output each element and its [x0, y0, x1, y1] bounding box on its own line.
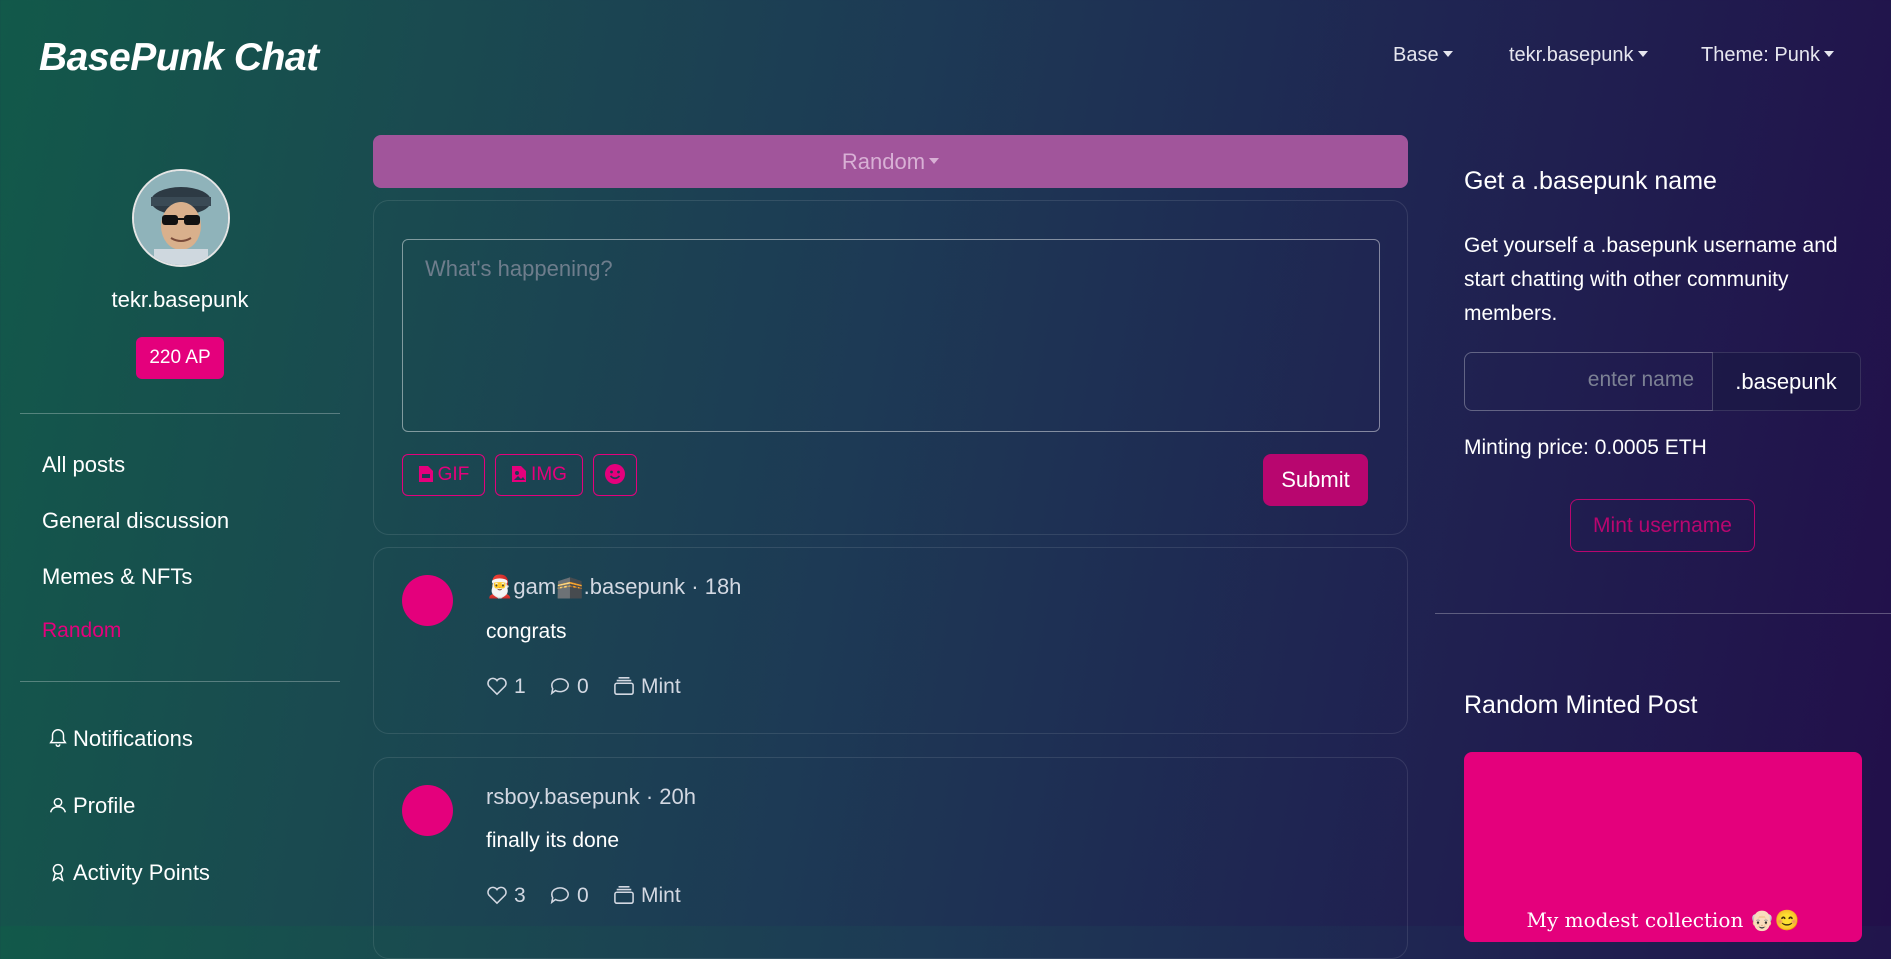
- activity-points-badge: 220 AP: [136, 337, 224, 379]
- like-count: 3: [514, 884, 526, 907]
- bell-icon: [49, 729, 67, 747]
- account-dropdown[interactable]: tekr.basepunk: [1509, 44, 1648, 67]
- channel-label: Random: [841, 149, 926, 174]
- name-suffix: .basepunk: [1712, 352, 1861, 411]
- mint-button[interactable]: Mint: [613, 884, 681, 908]
- img-button[interactable]: IMG: [495, 454, 583, 496]
- like-button[interactable]: 3: [486, 884, 526, 908]
- author-name: rsboy.basepunk: [486, 784, 640, 809]
- img-label: IMG: [531, 464, 567, 485]
- post-avatar[interactable]: [402, 575, 453, 626]
- random-minted-post-text: My modest collection 👴🏻😊: [1526, 908, 1800, 932]
- sidebar-item-label: Activity Points: [73, 860, 210, 885]
- comment-button[interactable]: 0: [549, 884, 589, 908]
- collection-icon: [614, 677, 634, 695]
- post-textarea-placeholder: What's happening?: [425, 256, 613, 281]
- collection-icon: [614, 886, 634, 904]
- like-button[interactable]: 1: [486, 675, 526, 699]
- heart-icon: [487, 886, 507, 905]
- author-name-part: gam: [513, 574, 557, 599]
- right-divider: [1435, 613, 1891, 614]
- sidebar-divider: [20, 681, 340, 682]
- theme-dropdown[interactable]: Theme: Punk: [1701, 44, 1834, 67]
- like-count: 1: [514, 675, 526, 698]
- sidebar-item-random[interactable]: Random: [42, 619, 121, 643]
- author-name-part: .basepunk: [583, 574, 686, 599]
- post-time: 20h: [659, 784, 696, 809]
- emoji-button[interactable]: [593, 454, 637, 496]
- post-author[interactable]: 🎅gam🕋.basepunk · 18h: [486, 574, 741, 600]
- account-label: tekr.basepunk: [1509, 44, 1634, 66]
- post-time: 18h: [704, 574, 742, 599]
- file-gif-icon: [418, 466, 433, 482]
- sidebar-item-label: Notifications: [73, 726, 193, 751]
- chevron-down-icon: [929, 158, 940, 165]
- award-icon: [52, 863, 64, 882]
- sidebar-item-general-discussion[interactable]: General discussion: [42, 508, 229, 534]
- sidebar-item-memes-nfts[interactable]: Memes & NFTs: [42, 564, 192, 590]
- user-icon: [49, 797, 67, 813]
- comment-count: 0: [577, 675, 589, 698]
- author-emoji: 🕋: [556, 574, 584, 599]
- file-image-icon: [512, 466, 527, 482]
- gif-label: GIF: [437, 464, 470, 485]
- minting-price: Minting price: 0.0005 ETH: [1464, 436, 1707, 459]
- post-avatar[interactable]: [402, 785, 453, 836]
- chevron-down-icon: [1637, 50, 1648, 57]
- sidebar-item-all-posts[interactable]: All posts: [42, 452, 125, 478]
- mint-username-button[interactable]: Mint username: [1570, 499, 1755, 552]
- network-dropdown[interactable]: Base: [1393, 44, 1453, 67]
- mint-label: Mint: [641, 884, 681, 907]
- comment-icon: [550, 887, 569, 905]
- mint-label: Mint: [641, 675, 681, 698]
- chevron-down-icon: [1442, 50, 1453, 57]
- author-emoji: 🎅: [486, 574, 514, 599]
- heart-icon: [487, 677, 507, 696]
- sidebar-item-activity-points[interactable]: Activity Points: [47, 860, 210, 886]
- post-author[interactable]: rsboy.basepunk · 20h: [486, 784, 696, 810]
- name-section-description: Get yourself a .basepunk username and st…: [1464, 234, 1838, 325]
- channel-dropdown[interactable]: Random: [373, 135, 1408, 188]
- sidebar-item-profile[interactable]: Profile: [47, 793, 135, 819]
- random-minted-title: Random Minted Post: [1464, 691, 1698, 719]
- name-section-title: Get a .basepunk name: [1464, 167, 1717, 195]
- network-label: Base: [1393, 44, 1439, 66]
- comment-icon: [550, 678, 569, 696]
- sidebar-item-label: Profile: [73, 793, 136, 818]
- mint-button[interactable]: Mint: [613, 675, 681, 699]
- sidebar-item-notifications[interactable]: Notifications: [47, 726, 193, 752]
- post-text: finally its done: [486, 829, 620, 852]
- chevron-down-icon: [1823, 50, 1834, 57]
- theme-label: Theme: Punk: [1701, 44, 1820, 66]
- comment-button[interactable]: 0: [549, 675, 589, 699]
- smile-icon: [605, 464, 625, 484]
- name-input-placeholder: enter name: [1587, 368, 1694, 391]
- submit-button[interactable]: Submit: [1263, 454, 1368, 506]
- avatar-image: [134, 171, 228, 265]
- avatar[interactable]: [132, 169, 230, 267]
- post-text: congrats: [486, 620, 567, 643]
- brand-title[interactable]: BasePunk Chat: [39, 36, 319, 80]
- comment-count: 0: [577, 884, 589, 907]
- sidebar-divider: [20, 413, 340, 414]
- gif-button[interactable]: GIF: [402, 454, 485, 496]
- profile-username: tekr.basepunk: [111, 287, 249, 312]
